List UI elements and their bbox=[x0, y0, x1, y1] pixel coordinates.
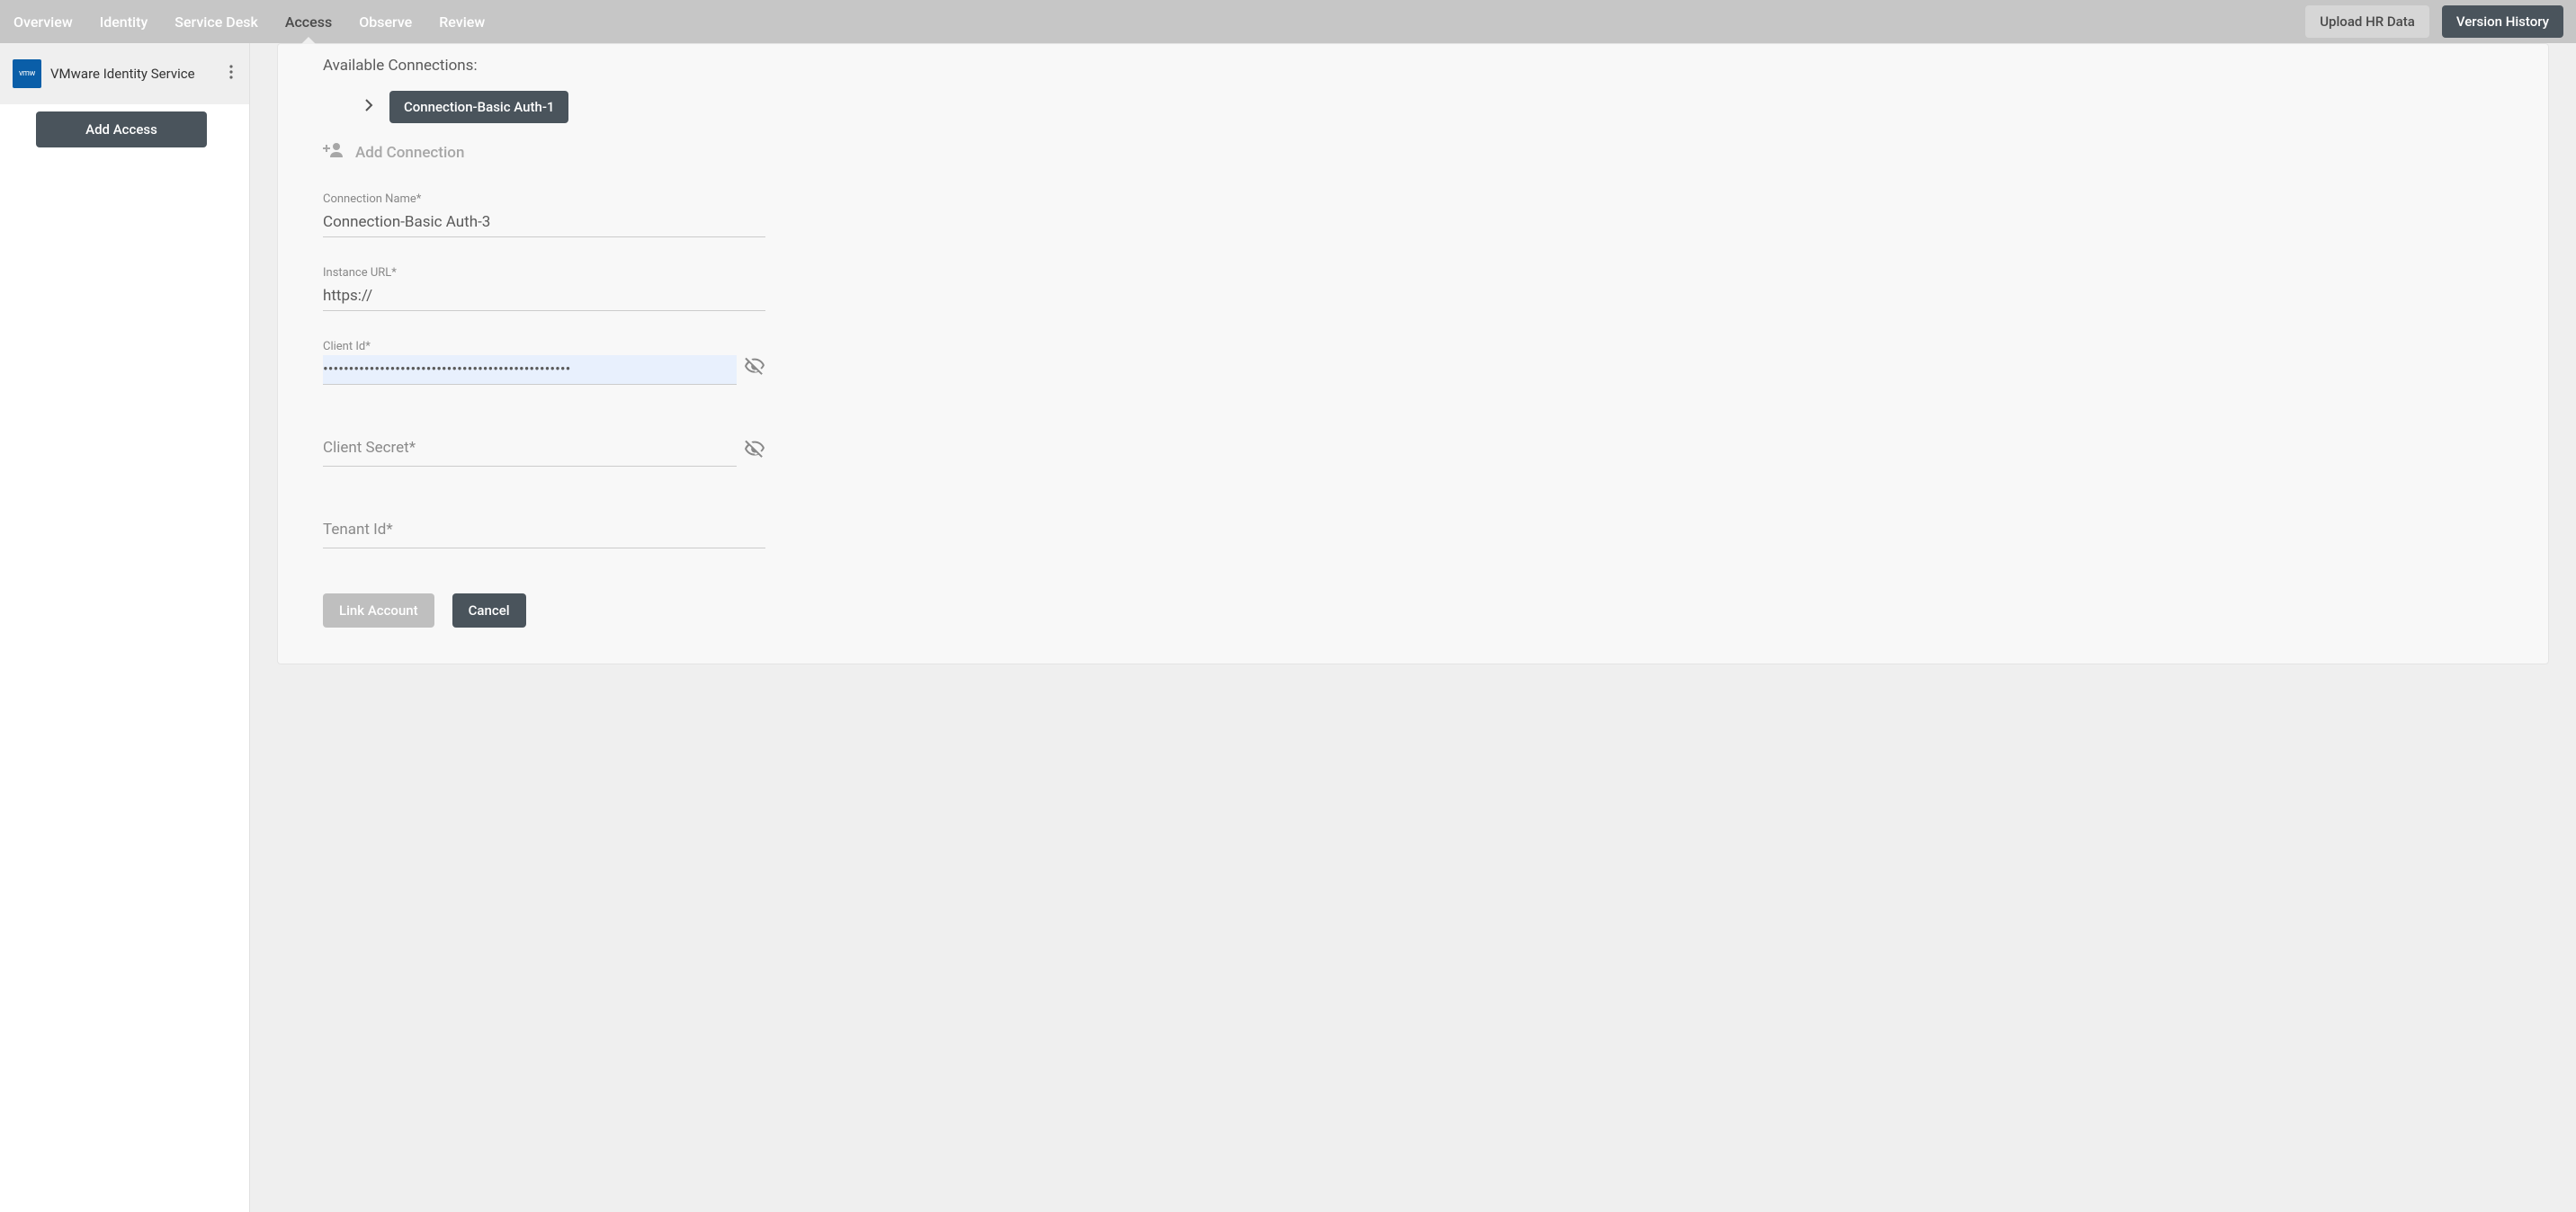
add-access-button[interactable]: Add Access bbox=[36, 111, 207, 147]
connection-name-label: Connection Name* bbox=[323, 192, 765, 206]
sidebar: vmw VMware Identity Service Add Access bbox=[0, 43, 250, 1212]
cancel-button[interactable]: Cancel bbox=[452, 593, 526, 628]
connection-chip[interactable]: Connection-Basic Auth-1 bbox=[389, 91, 568, 123]
version-history-button[interactable]: Version History bbox=[2442, 5, 2563, 38]
main-wrap: vmw VMware Identity Service Add Access A… bbox=[0, 43, 2576, 1212]
access-card: Available Connections: Connection-Basic … bbox=[277, 43, 2549, 664]
tenant-id-input[interactable] bbox=[323, 504, 765, 548]
vmware-logo-icon: vmw bbox=[13, 59, 41, 88]
content-area: Available Connections: Connection-Basic … bbox=[250, 43, 2576, 1212]
connection-row: Connection-Basic Auth-1 bbox=[323, 91, 2503, 123]
add-connection-button[interactable]: Add Connection bbox=[323, 141, 2503, 164]
visibility-off-icon[interactable] bbox=[744, 355, 765, 380]
upload-hr-button[interactable]: Upload HR Data bbox=[2305, 5, 2429, 38]
nav-tabs: Overview Identity Service Desk Access Ob… bbox=[0, 0, 498, 43]
instance-url-input[interactable] bbox=[323, 281, 765, 311]
kebab-menu-icon[interactable] bbox=[226, 61, 237, 86]
nav-overview[interactable]: Overview bbox=[0, 0, 86, 43]
instance-url-label: Instance URL* bbox=[323, 266, 765, 280]
add-connection-label: Add Connection bbox=[355, 144, 464, 162]
connection-name-field: Connection Name* bbox=[323, 192, 765, 237]
client-secret-input[interactable] bbox=[323, 423, 737, 467]
client-id-input[interactable] bbox=[323, 355, 737, 385]
top-nav: Overview Identity Service Desk Access Ob… bbox=[0, 0, 2576, 43]
tenant-id-field: Tenant Id* bbox=[323, 504, 765, 548]
nav-observe[interactable]: Observe bbox=[345, 0, 425, 43]
available-connections-label: Available Connections: bbox=[323, 57, 2503, 75]
link-account-button[interactable]: Link Account bbox=[323, 593, 434, 628]
nav-review[interactable]: Review bbox=[425, 0, 498, 43]
nav-identity[interactable]: Identity bbox=[86, 0, 162, 43]
connection-name-input[interactable] bbox=[323, 208, 765, 237]
client-id-field: Client Id* bbox=[323, 340, 765, 385]
service-row[interactable]: vmw VMware Identity Service bbox=[0, 43, 249, 104]
service-name: VMware Identity Service bbox=[50, 66, 217, 82]
nav-access[interactable]: Access bbox=[272, 0, 345, 43]
visibility-off-icon[interactable] bbox=[744, 437, 765, 462]
nav-actions: Upload HR Data Version History bbox=[2305, 5, 2563, 38]
instance-url-field: Instance URL* bbox=[323, 266, 765, 311]
sidebar-actions: Add Access bbox=[0, 104, 249, 165]
form-actions: Link Account Cancel bbox=[323, 593, 2503, 628]
client-secret-field: Client Secret* bbox=[323, 423, 765, 467]
chevron-right-icon[interactable] bbox=[364, 98, 373, 116]
nav-service-desk[interactable]: Service Desk bbox=[161, 0, 272, 43]
client-id-label: Client Id* bbox=[323, 340, 765, 353]
add-person-icon bbox=[323, 141, 344, 164]
